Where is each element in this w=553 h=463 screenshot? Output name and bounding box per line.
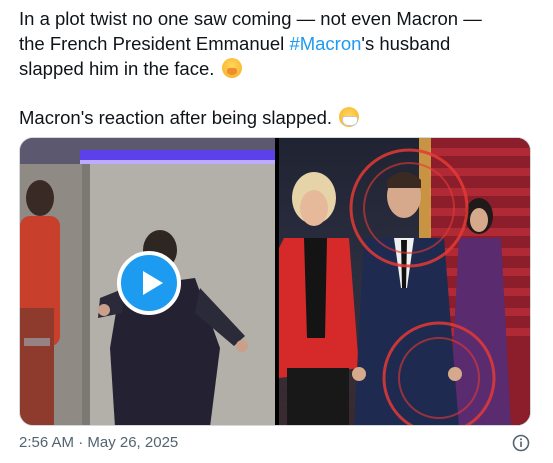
tweet: In a plot twist no one saw coming — not … [0, 0, 553, 463]
tweet-timestamp[interactable]: 2:56 AM · May 26, 2025 [19, 434, 178, 451]
play-icon [143, 271, 163, 295]
tweet-text-segment: slapped him in the face. [19, 58, 215, 79]
tweet-text-line-4: Macron's reaction after being slapped. [19, 105, 539, 130]
play-button[interactable] [117, 251, 181, 315]
media-container[interactable] [19, 137, 531, 426]
info-icon[interactable] [512, 434, 530, 452]
photo[interactable] [279, 138, 530, 425]
tweet-text-segment: the French President Emmanuel [19, 33, 290, 54]
yawning-face-emoji-icon [221, 58, 242, 78]
photo-scene [279, 138, 530, 425]
tweet-text: In a plot twist no one saw coming — not … [19, 6, 539, 130]
tweet-text-segment: 's husband [361, 33, 451, 54]
tweet-text-segment: Macron's reaction after being slapped. [19, 107, 333, 128]
hashtag-link[interactable]: #Macron [289, 33, 361, 54]
face-with-medical-mask-emoji-icon [339, 107, 360, 127]
tweet-text-line-3: slapped him in the face. [19, 56, 539, 81]
tweet-text-line-1: In a plot twist no one saw coming — not … [19, 8, 482, 29]
tweet-text-line-2: the French President Emmanuel #Macron's … [19, 31, 539, 56]
video-thumbnail[interactable] [20, 138, 275, 425]
